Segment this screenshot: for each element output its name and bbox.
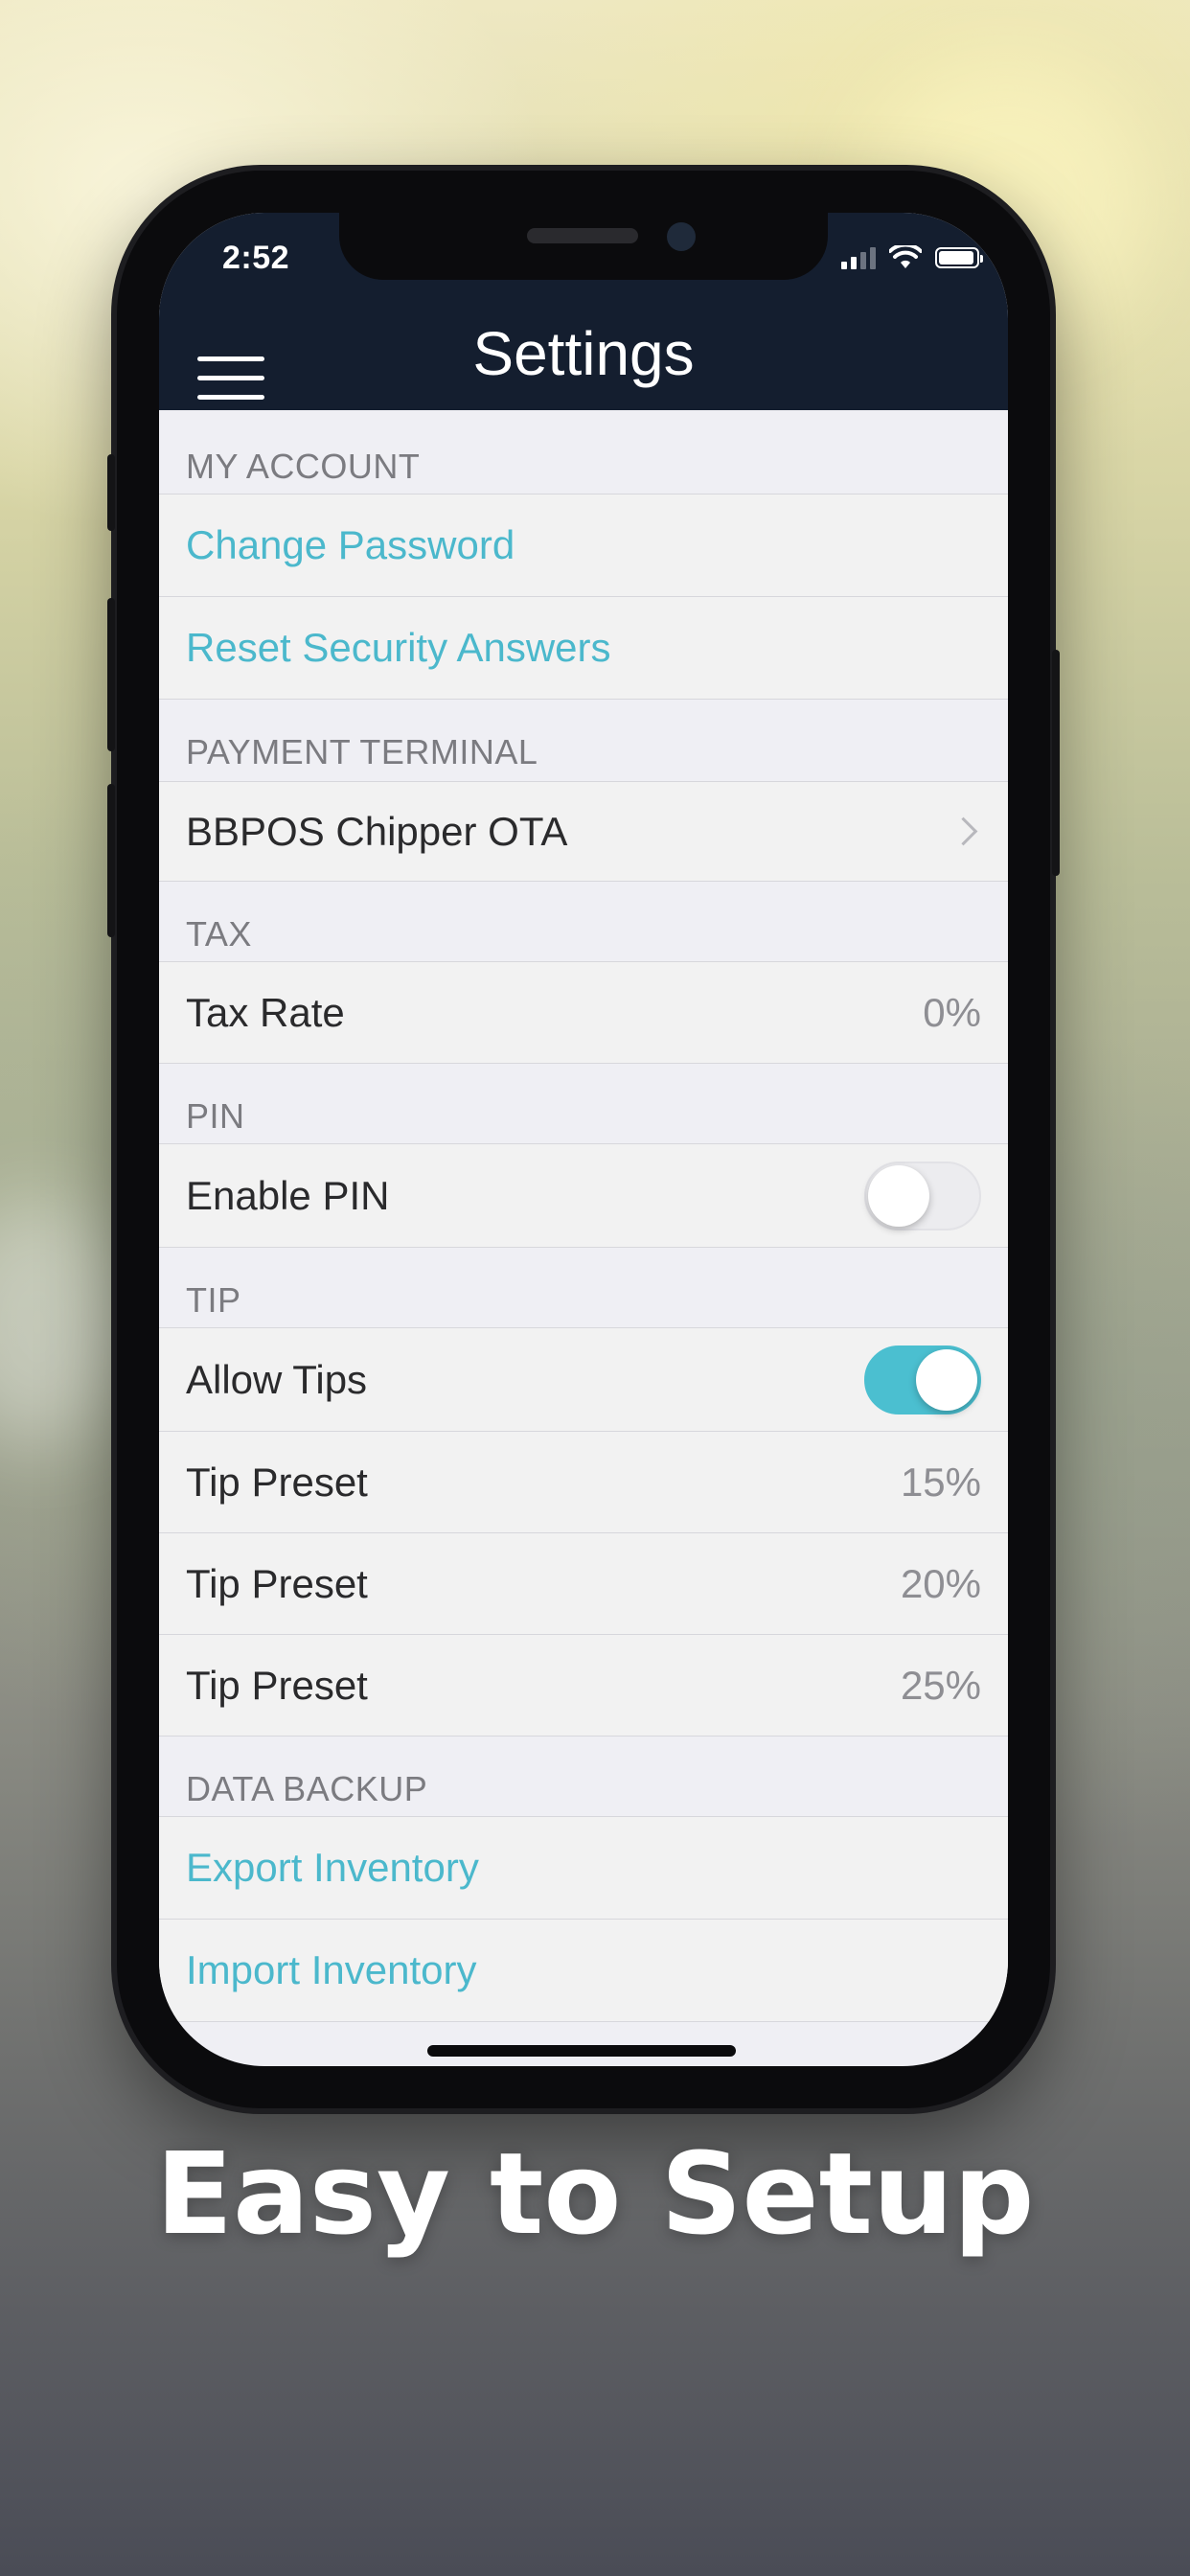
phone-screen: 2:52 Settings MY ACCOUNT Change Password… bbox=[159, 213, 1008, 2066]
status-icons bbox=[841, 245, 983, 270]
section-header-tip: TIP bbox=[159, 1248, 1008, 1328]
toggle-knob bbox=[916, 1348, 977, 1411]
payment-terminal-row[interactable]: BBPOS Chipper OTA bbox=[159, 782, 1008, 882]
tip-preset-label: Tip Preset bbox=[186, 1560, 368, 1606]
phone-power-button bbox=[1052, 650, 1060, 876]
tax-rate-row[interactable]: Tax Rate 0% bbox=[159, 962, 1008, 1064]
payment-terminal-label: BBPOS Chipper OTA bbox=[186, 808, 568, 854]
phone-frame: 2:52 Settings MY ACCOUNT Change Password… bbox=[107, 171, 1060, 2108]
allow-tips-label: Allow Tips bbox=[186, 1356, 368, 1402]
marketing-caption: Easy to Setup bbox=[155, 2128, 1035, 2260]
section-header-pin: PIN bbox=[159, 1064, 1008, 1144]
wifi-icon bbox=[889, 245, 922, 268]
front-camera bbox=[667, 222, 696, 251]
speaker bbox=[527, 228, 638, 243]
tip-preset-row[interactable]: Tip Preset 15% bbox=[159, 1432, 1008, 1533]
background-bokeh bbox=[0, 1198, 134, 1447]
section-header-data-backup: DATA BACKUP bbox=[159, 1736, 1008, 1817]
section-header-payment-terminal: PAYMENT TERMINAL bbox=[159, 700, 1008, 782]
toggle-knob bbox=[868, 1164, 929, 1227]
phone-silent-switch bbox=[107, 454, 115, 531]
enable-pin-row: Enable PIN bbox=[159, 1144, 1008, 1248]
tip-preset-row[interactable]: Tip Preset 25% bbox=[159, 1635, 1008, 1736]
allow-tips-row: Allow Tips bbox=[159, 1328, 1008, 1432]
tip-preset-value: 15% bbox=[900, 1459, 981, 1505]
tip-preset-label: Tip Preset bbox=[186, 1459, 368, 1505]
import-inventory-label: Import Inventory bbox=[186, 1947, 477, 1992]
chevron-right-icon bbox=[949, 816, 978, 846]
tax-rate-value: 0% bbox=[923, 989, 981, 1035]
phone-volume-down bbox=[107, 784, 115, 937]
cellular-signal-icon bbox=[841, 246, 876, 269]
settings-list: MY ACCOUNT Change Password Reset Securit… bbox=[159, 410, 1008, 2022]
reset-security-answers-row[interactable]: Reset Security Answers bbox=[159, 597, 1008, 700]
export-inventory-label: Export Inventory bbox=[186, 1845, 479, 1890]
tip-preset-label: Tip Preset bbox=[186, 1662, 368, 1708]
status-time: 2:52 bbox=[222, 240, 290, 276]
tip-preset-value: 20% bbox=[900, 1560, 981, 1606]
section-header-tax: TAX bbox=[159, 882, 1008, 962]
change-password-row[interactable]: Change Password bbox=[159, 494, 1008, 597]
enable-pin-label: Enable PIN bbox=[186, 1172, 390, 1218]
allow-tips-toggle[interactable] bbox=[864, 1345, 981, 1414]
tip-preset-row[interactable]: Tip Preset 20% bbox=[159, 1533, 1008, 1635]
tax-rate-label: Tax Rate bbox=[186, 989, 345, 1035]
notch bbox=[339, 213, 828, 280]
battery-icon bbox=[935, 247, 983, 268]
page-title: Settings bbox=[472, 319, 695, 388]
tip-preset-value: 25% bbox=[900, 1662, 981, 1708]
import-inventory-row[interactable]: Import Inventory bbox=[159, 1920, 1008, 2022]
change-password-label: Change Password bbox=[186, 522, 515, 567]
home-indicator[interactable] bbox=[427, 2045, 736, 2057]
section-header-my-account: MY ACCOUNT bbox=[159, 410, 1008, 494]
phone-volume-up bbox=[107, 598, 115, 751]
reset-security-answers-label: Reset Security Answers bbox=[186, 625, 611, 670]
export-inventory-row[interactable]: Export Inventory bbox=[159, 1817, 1008, 1920]
enable-pin-toggle[interactable] bbox=[864, 1161, 981, 1230]
